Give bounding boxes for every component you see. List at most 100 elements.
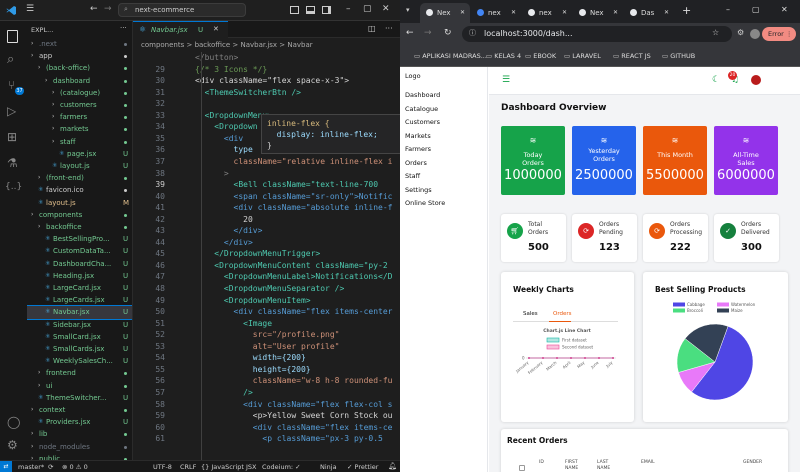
bookmark[interactable]: ▭ LARAVEL <box>564 45 601 67</box>
problems-count[interactable]: ⊗ 0 ⚠ 0 <box>62 463 88 471</box>
code-editor[interactable]: </button> 29 {/* 3 Icons */} 30 <div classNa… <box>133 52 400 460</box>
tree-item[interactable]: › node_modules <box>27 441 132 453</box>
reload-icon[interactable]: ↻ <box>444 29 452 38</box>
search-icon[interactable]: ⌕ <box>7 53 14 66</box>
secondary-sidebar-icon[interactable] <box>322 6 331 14</box>
menu-icon[interactable]: ☰ <box>502 76 510 85</box>
tree-item[interactable]: ⚛ Providers.jsx U <box>27 416 132 428</box>
extensions-icon[interactable]: ⊞ <box>7 131 17 143</box>
panel-toggle-icon[interactable] <box>306 6 315 14</box>
star-icon[interactable]: ☆ <box>712 29 719 37</box>
url-input[interactable]: ⓘ localhost:3000/dash... ☆ <box>462 26 732 42</box>
sidebar-link[interactable]: Customers <box>405 118 440 126</box>
tab-sales[interactable]: Sales <box>523 311 538 317</box>
remote-icon[interactable]: ⇄ <box>0 461 12 472</box>
bell-icon[interactable]: 🔔︎ <box>388 463 397 470</box>
layout-toggle-icon[interactable] <box>290 6 299 14</box>
close-icon[interactable]: ✕ <box>781 6 788 14</box>
tree-item[interactable]: › dashboard <box>27 75 132 87</box>
moon-icon[interactable]: ☾ <box>712 76 720 85</box>
account-icon[interactable]: ◯ <box>7 416 20 428</box>
line-ending[interactable]: CRLF <box>180 463 196 471</box>
files-icon[interactable] <box>7 30 18 43</box>
more-actions-icon[interactable]: ··· <box>385 25 393 33</box>
more-actions-icon[interactable]: ··· <box>120 25 127 32</box>
language-mode[interactable]: {} JavaScript JSX <box>201 463 256 471</box>
browser-tab[interactable]: nex ✕ <box>522 3 572 23</box>
tree-item[interactable]: › .next <box>27 38 132 50</box>
tree-item[interactable]: › app <box>27 50 132 62</box>
codeium-status[interactable]: Codeium: ✓ <box>262 463 301 471</box>
sidebar-link[interactable]: Online Store <box>405 199 445 207</box>
close-tab-icon[interactable]: ✕ <box>664 3 669 23</box>
select-all-checkbox[interactable] <box>519 465 525 471</box>
tree-item[interactable]: › ui <box>27 380 132 392</box>
tree-item[interactable]: ⚛ BestSellingPro... U <box>27 233 132 245</box>
sidebar-link[interactable]: Dashboard <box>405 91 440 99</box>
close-tab-icon[interactable]: ✕ <box>562 3 567 23</box>
user-avatar[interactable] <box>751 75 761 85</box>
profile-avatar[interactable] <box>750 29 760 39</box>
tree-item[interactable]: › (back-office) <box>27 62 132 74</box>
split-editor-icon[interactable]: ◫ <box>368 25 376 33</box>
new-tab-icon[interactable]: + <box>682 5 691 16</box>
encoding[interactable]: UTF-8 <box>153 463 172 471</box>
forward-arrow-icon[interactable]: → <box>104 5 112 14</box>
tab-search-icon[interactable]: ▾ <box>406 7 410 14</box>
browser-tab[interactable]: Nex ✕ <box>420 3 470 23</box>
tree-item[interactable]: ⚛ Navbar.jsx U <box>27 305 132 320</box>
tree-item[interactable]: ⚛ SmallCard.jsx U <box>27 331 132 343</box>
maximize-icon[interactable]: ▢ <box>752 6 760 14</box>
error-button[interactable]: Error ⋮ <box>762 27 796 41</box>
bookmark[interactable]: ▭ GITHUB <box>662 45 695 67</box>
back-arrow-icon[interactable]: ← <box>406 29 414 38</box>
run-debug-icon[interactable]: ▷ <box>7 105 16 117</box>
sidebar-link[interactable]: Catalogue <box>405 105 438 113</box>
tree-item[interactable]: ⚛ layout.js M <box>27 197 132 209</box>
bookmark[interactable]: ▭ APLIKASI MADRAS... <box>414 45 487 67</box>
bookmark[interactable]: ▭ EBOOK <box>525 45 556 67</box>
tree-item[interactable]: ⚛ SmallCards.jsx U <box>27 343 132 355</box>
browser-tab[interactable]: nex ✕ <box>471 3 521 23</box>
forward-arrow-icon[interactable]: → <box>424 29 432 38</box>
tree-item[interactable]: › backoffice <box>27 221 132 233</box>
close-tab-icon[interactable]: ✕ <box>511 3 516 23</box>
bracket-icon[interactable]: {..} <box>5 183 22 192</box>
maximize-icon[interactable]: ▢ <box>363 5 372 14</box>
command-search[interactable]: ⌕ next-ecommerce <box>118 3 246 17</box>
back-arrow-icon[interactable]: ← <box>90 5 98 14</box>
sidebar-link[interactable]: Farmers <box>405 145 431 153</box>
gear-icon[interactable]: ⚙ <box>7 439 18 451</box>
tree-item[interactable]: ⚛ WeeklySalesCh... U <box>27 355 132 367</box>
close-tab-icon[interactable]: ✕ <box>213 26 219 33</box>
site-info-icon[interactable]: ⓘ <box>469 30 476 37</box>
branch-label[interactable]: master* <box>18 463 44 471</box>
tree-item[interactable]: ⚛ CustomDataTa... U <box>27 245 132 257</box>
close-icon[interactable]: ✕ <box>382 5 390 14</box>
tree-item[interactable]: ⚛ LargeCards.jsx U <box>27 294 132 306</box>
tree-item[interactable]: ⚛ ThemeSwitcher... U <box>27 392 132 404</box>
breadcrumb[interactable]: components > backoffice > Navbar.jsx > N… <box>133 38 400 52</box>
tree-item[interactable]: › lib <box>27 428 132 440</box>
tree-item[interactable]: ⚛ page.jsx U <box>27 148 132 160</box>
extension-icon[interactable]: ⚙ <box>737 29 744 37</box>
tree-item[interactable]: ⚛ favicon.ico <box>27 184 132 196</box>
close-tab-icon[interactable]: ✕ <box>460 3 465 23</box>
tree-item[interactable]: › (front-end) <box>27 172 132 184</box>
tree-item[interactable]: ⚛ Sidebar.jsx U <box>27 319 132 331</box>
sidebar-link[interactable]: Orders <box>405 159 427 167</box>
minimize-icon[interactable]: – <box>346 5 351 14</box>
tree-item[interactable]: › context <box>27 404 132 416</box>
prettier-status[interactable]: ✓ Prettier <box>347 463 378 471</box>
tree-item[interactable]: › (catalogue) <box>27 87 132 99</box>
tree-item[interactable]: ⚛ layout.js U <box>27 160 132 172</box>
sidebar-link[interactable]: Settings <box>405 186 432 194</box>
ninja-status[interactable]: Ninja <box>320 463 337 471</box>
tree-item[interactable]: ⚛ LargeCard.jsx U <box>27 282 132 294</box>
tree-item[interactable]: › farmers <box>27 111 132 123</box>
tree-item[interactable]: › components <box>27 209 132 221</box>
close-tab-icon[interactable]: ✕ <box>613 3 618 23</box>
bookmark[interactable]: ▭ REACT JS <box>613 45 651 67</box>
browser-tab[interactable]: Das ✕ <box>624 3 674 23</box>
sidebar-link[interactable]: Staff <box>405 172 420 180</box>
